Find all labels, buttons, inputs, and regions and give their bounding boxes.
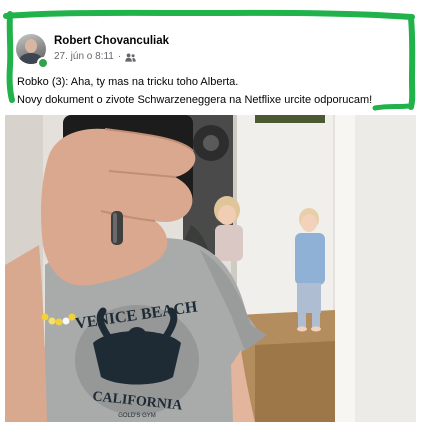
separator-dot: · bbox=[117, 51, 122, 62]
post-meta: Robert Chovanculiak 27. jún o 8:11 · bbox=[54, 35, 169, 63]
post-photo[interactable]: VENICE BEACH CALIFORNIA GOLD'S GYM bbox=[5, 115, 416, 422]
post-text: Robko (3): Aha, ty mas na tricku toho Al… bbox=[17, 73, 412, 109]
author-name[interactable]: Robert Chovanculiak bbox=[54, 35, 169, 48]
mirror-selfie-image: VENICE BEACH CALIFORNIA GOLD'S GYM bbox=[5, 115, 416, 422]
shirt-print-tiny: GOLD'S GYM bbox=[118, 413, 156, 419]
facebook-post: Robert Chovanculiak 27. jún o 8:11 · Rob… bbox=[0, 0, 424, 422]
post-time-row: 27. jún o 8:11 · bbox=[54, 51, 169, 63]
post-text-line-2: Novy dokument o zivote Schwarzeneggera n… bbox=[17, 94, 373, 106]
friends-icon[interactable] bbox=[125, 53, 136, 62]
online-status-dot bbox=[37, 57, 49, 69]
post-timestamp[interactable]: 27. jún o 8:11 bbox=[54, 51, 114, 63]
post-text-line-1: Robko (3): Aha, ty mas na tricku toho Al… bbox=[17, 76, 239, 88]
